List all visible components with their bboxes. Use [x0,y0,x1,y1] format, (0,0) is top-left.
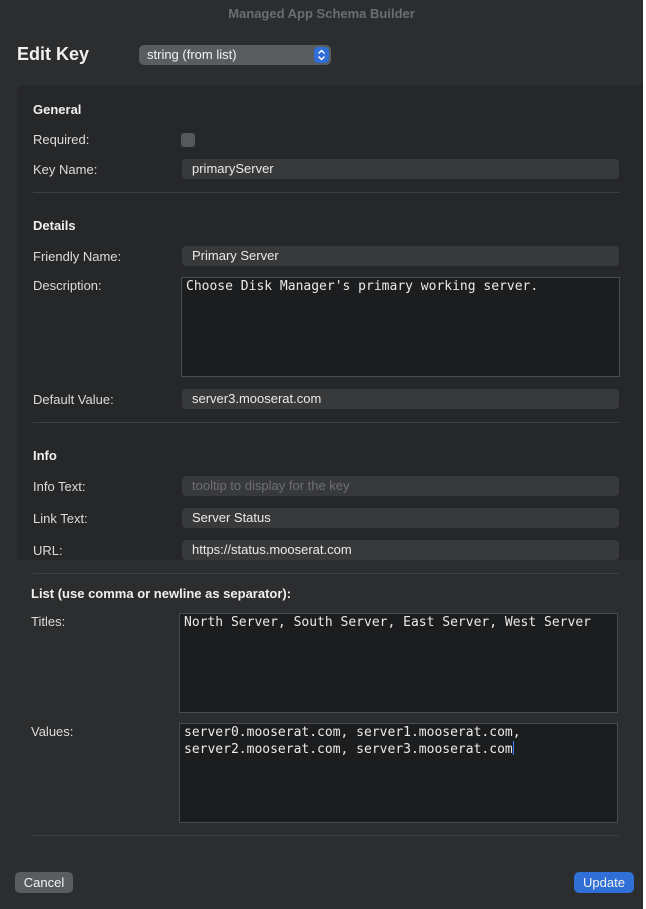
values-line-1: server0.mooserat.com, server1.mooserat.c… [184,725,521,740]
url-label: URL: [33,543,63,558]
divider [33,573,619,574]
url-field[interactable]: https://status.mooserat.com [182,540,619,560]
cancel-button[interactable]: Cancel [15,872,73,893]
values-label: Values: [31,724,74,739]
description-label: Description: [33,278,102,293]
update-button[interactable]: Update [574,872,634,893]
key-type-select-value: string (from list) [147,47,237,62]
page-title: Edit Key [17,44,90,64]
values-line-2: server2.mooserat.com, server3.mooserat.c… [184,742,513,757]
friendly-name-label: Friendly Name: [33,249,122,264]
link-text-label: Link Text: [33,511,88,526]
required-checkbox[interactable] [181,133,195,147]
key-name-field[interactable]: primaryServer [182,159,619,179]
values-textarea[interactable]: server0.mooserat.com, server1.mooserat.c… [179,723,618,823]
description-textarea[interactable]: Choose Disk Manager's primary working se… [181,277,620,377]
key-name-label: Key Name: [33,162,98,177]
titles-label: Titles: [31,614,66,629]
app-window: Managed App Schema Builder Edit Key stri… [0,0,646,560]
link-text-field[interactable]: Server Status [182,508,619,528]
info-text-field[interactable]: tooltip to display for the key [182,476,619,496]
divider [33,422,619,423]
section-info: Info [33,448,57,463]
key-type-select[interactable]: string (from list) [139,45,331,65]
select-stepper-icon[interactable] [314,47,329,63]
list-section: List (use comma or newline as separator)… [0,560,646,909]
required-label: Required: [33,132,90,147]
window-title: Managed App Schema Builder [228,6,415,21]
titles-textarea[interactable]: North Server, South Server, East Server,… [179,613,618,713]
friendly-name-field[interactable]: Primary Server [182,246,619,266]
divider [33,192,619,193]
section-general: General [33,102,82,117]
info-text-label: Info Text: [33,479,86,494]
divider [31,835,619,836]
default-value-field[interactable]: server3.mooserat.com [182,389,619,409]
default-value-label: Default Value: [33,392,114,407]
section-details: Details [33,218,76,233]
section-list: List (use comma or newline as separator)… [31,586,292,601]
text-cursor [512,741,514,755]
